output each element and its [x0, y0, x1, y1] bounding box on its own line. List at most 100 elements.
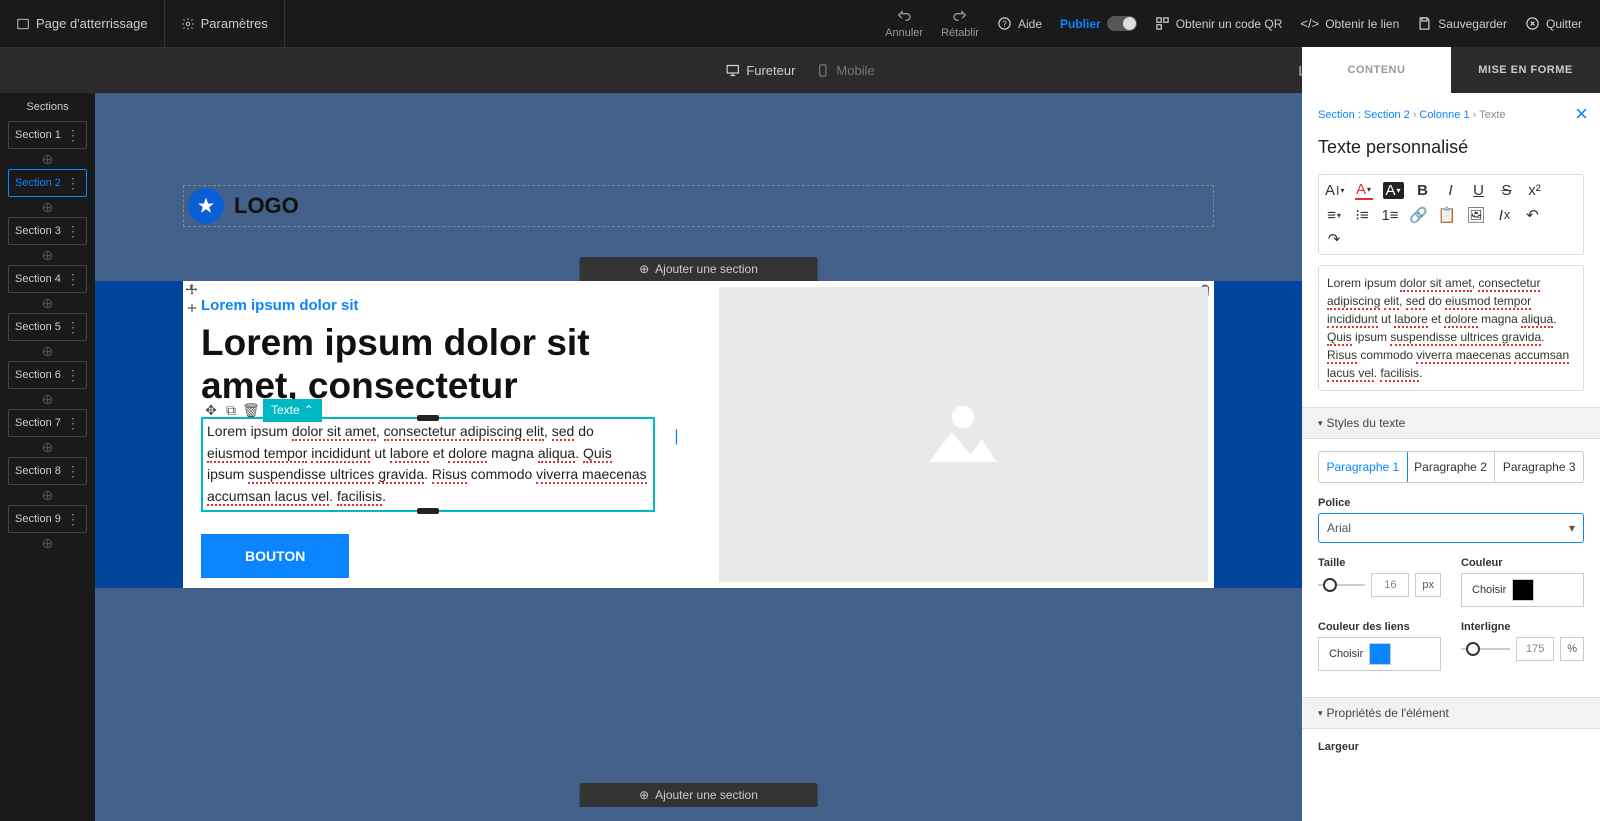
- numbered-list-button[interactable]: 1≡: [1381, 207, 1399, 224]
- superscript-button[interactable]: x²: [1526, 182, 1544, 199]
- breadcrumb[interactable]: Section : Section 2›Colonne 1›Texte: [1318, 109, 1584, 121]
- italic-button[interactable]: I: [1442, 182, 1460, 199]
- kebab-icon[interactable]: ⋮: [66, 511, 80, 528]
- save-icon: [1417, 16, 1432, 31]
- add-section-after-1[interactable]: ⊕: [8, 151, 87, 167]
- size-input[interactable]: 16: [1371, 573, 1409, 597]
- add-section-after-9[interactable]: ⊕: [8, 535, 87, 551]
- strikethrough-button[interactable]: S: [1498, 182, 1516, 199]
- section-item-4[interactable]: Section 4⋮: [8, 265, 87, 293]
- kebab-icon[interactable]: ⋮: [66, 415, 80, 432]
- add-section-after-5[interactable]: ⊕: [8, 343, 87, 359]
- kebab-icon[interactable]: ⋮: [66, 175, 80, 192]
- tab-landing-page[interactable]: Page d'atterrissage: [0, 0, 165, 47]
- element-tag[interactable]: Texte⌃: [263, 399, 322, 422]
- lineheight-unit[interactable]: %: [1560, 637, 1584, 661]
- section-item-7[interactable]: Section 7⋮: [8, 409, 87, 437]
- resize-handle-bottom[interactable]: [417, 508, 439, 514]
- add-section-top[interactable]: ⊕ Ajouter une section: [579, 257, 818, 281]
- publish-control[interactable]: Publier: [1060, 16, 1137, 31]
- align-button[interactable]: ≡▾: [1325, 207, 1343, 224]
- trash-icon[interactable]: 🗑: [243, 402, 259, 418]
- link-color-picker-button[interactable]: Choisir: [1318, 637, 1441, 671]
- kebab-icon[interactable]: ⋮: [66, 319, 80, 336]
- color-swatch-black: [1512, 579, 1534, 601]
- tab-settings-label: Paramètres: [201, 16, 268, 31]
- add-section-after-6[interactable]: ⊕: [8, 391, 87, 407]
- image-button[interactable]: 🖼: [1466, 206, 1485, 224]
- add-section-after-7[interactable]: ⊕: [8, 439, 87, 455]
- accordion-text-styles[interactable]: ▾Styles du texte: [1302, 407, 1600, 439]
- get-link[interactable]: </> Obtenir le lien: [1300, 16, 1399, 31]
- close-panel-button[interactable]: ×: [1575, 101, 1588, 127]
- section-item-1[interactable]: Section 1⋮: [8, 121, 87, 149]
- kebab-icon[interactable]: ⋮: [66, 271, 80, 288]
- qr-code-link[interactable]: Obtenir un code QR: [1155, 16, 1283, 31]
- accordion-element-props[interactable]: ▾Propriétés de l'élément: [1302, 697, 1600, 729]
- redo-button[interactable]: Rétablir: [941, 9, 979, 39]
- underline-button[interactable]: U: [1470, 182, 1488, 199]
- link-color-label: Couleur des liens: [1318, 621, 1441, 633]
- tab-format[interactable]: MISE EN FORME: [1451, 47, 1600, 93]
- help-link[interactable]: ? Aide: [997, 16, 1042, 31]
- bold-button[interactable]: B: [1414, 182, 1432, 199]
- tab-landing-label: Page d'atterrissage: [36, 16, 148, 31]
- cta-button[interactable]: BOUTON: [201, 534, 349, 578]
- publish-toggle[interactable]: [1107, 16, 1137, 31]
- add-section-after-8[interactable]: ⊕: [8, 487, 87, 503]
- paragraph-tab-2[interactable]: Paragraphe 2: [1407, 452, 1496, 482]
- link-button[interactable]: 🔗: [1409, 206, 1428, 224]
- subheading[interactable]: Lorem ipsum dolor sit: [201, 297, 655, 314]
- star-icon: [196, 196, 216, 216]
- section-item-3[interactable]: Section 3⋮: [8, 217, 87, 245]
- quit-button[interactable]: Quitter: [1525, 16, 1582, 31]
- sections-sidebar: Sections Section 1⋮⊕Section 2⋮⊕Section 3…: [0, 93, 95, 821]
- column-2-image[interactable]: [719, 287, 1209, 582]
- add-section-after-2[interactable]: ⊕: [8, 199, 87, 215]
- undo-text-button[interactable]: ↶: [1523, 206, 1541, 224]
- lineheight-slider[interactable]: [1461, 648, 1510, 650]
- paste-button[interactable]: 📋: [1438, 206, 1457, 224]
- copy-icon[interactable]: ⧉: [223, 402, 239, 418]
- tab-settings[interactable]: Paramètres: [165, 0, 285, 47]
- undo-button[interactable]: Annuler: [885, 9, 923, 39]
- text-editor[interactable]: Lorem ipsum dolor sit amet, consectetur …: [1318, 265, 1584, 391]
- canvas: LOGO ⊕ Ajouter une section Lorem ipsum d…: [95, 93, 1302, 821]
- logo-block[interactable]: LOGO: [183, 185, 1214, 227]
- paragraph-tab-3[interactable]: Paragraphe 3: [1495, 452, 1583, 482]
- section-item-9[interactable]: Section 9⋮: [8, 505, 87, 533]
- save-button[interactable]: Sauvegarder: [1417, 16, 1507, 31]
- device-mobile[interactable]: Mobile: [815, 63, 874, 78]
- font-size-button[interactable]: AI▾: [1325, 182, 1345, 199]
- kebab-icon[interactable]: ⋮: [66, 463, 80, 480]
- text-block-selected[interactable]: ✥ ⧉ 🗑 Texte⌃ Lorem ipsum dolor sit amet,…: [201, 417, 655, 512]
- kebab-icon[interactable]: ⋮: [66, 127, 80, 144]
- move-icon[interactable]: ✥: [203, 402, 219, 418]
- section-item-5[interactable]: Section 5⋮: [8, 313, 87, 341]
- add-section-after-3[interactable]: ⊕: [8, 247, 87, 263]
- add-section-after-4[interactable]: ⊕: [8, 295, 87, 311]
- font-color-button[interactable]: A▾: [1355, 181, 1373, 200]
- kebab-icon[interactable]: ⋮: [66, 223, 80, 240]
- body-text: Lorem ipsum dolor sit amet, consectetur …: [207, 423, 647, 506]
- size-slider[interactable]: [1318, 584, 1365, 586]
- highlight-button[interactable]: A▾: [1383, 182, 1404, 199]
- section-item-6[interactable]: Section 6⋮: [8, 361, 87, 389]
- paragraph-tab-1[interactable]: Paragraphe 1: [1318, 451, 1408, 483]
- kebab-icon[interactable]: ⋮: [66, 367, 80, 384]
- heading[interactable]: Lorem ipsum dolor sit amet, consectetur: [201, 322, 655, 407]
- resize-handle-top[interactable]: [417, 415, 439, 421]
- device-browser[interactable]: Fureteur: [725, 63, 795, 78]
- add-section-bottom[interactable]: ⊕ Ajouter une section: [579, 783, 818, 807]
- chevron-up-icon: ⌃: [304, 401, 314, 420]
- lineheight-input[interactable]: 175: [1516, 637, 1554, 661]
- size-unit[interactable]: px: [1415, 573, 1441, 597]
- section-item-8[interactable]: Section 8⋮: [8, 457, 87, 485]
- bullet-list-button[interactable]: ⁝≡: [1353, 206, 1371, 224]
- tab-content[interactable]: CONTENU: [1302, 47, 1451, 93]
- font-select[interactable]: Arial▾: [1318, 513, 1584, 543]
- color-picker-button[interactable]: Choisir: [1461, 573, 1584, 607]
- section-item-2[interactable]: Section 2⋮: [8, 169, 87, 197]
- redo-text-button[interactable]: ↷: [1325, 230, 1343, 248]
- clear-format-button[interactable]: Ix: [1495, 207, 1513, 224]
